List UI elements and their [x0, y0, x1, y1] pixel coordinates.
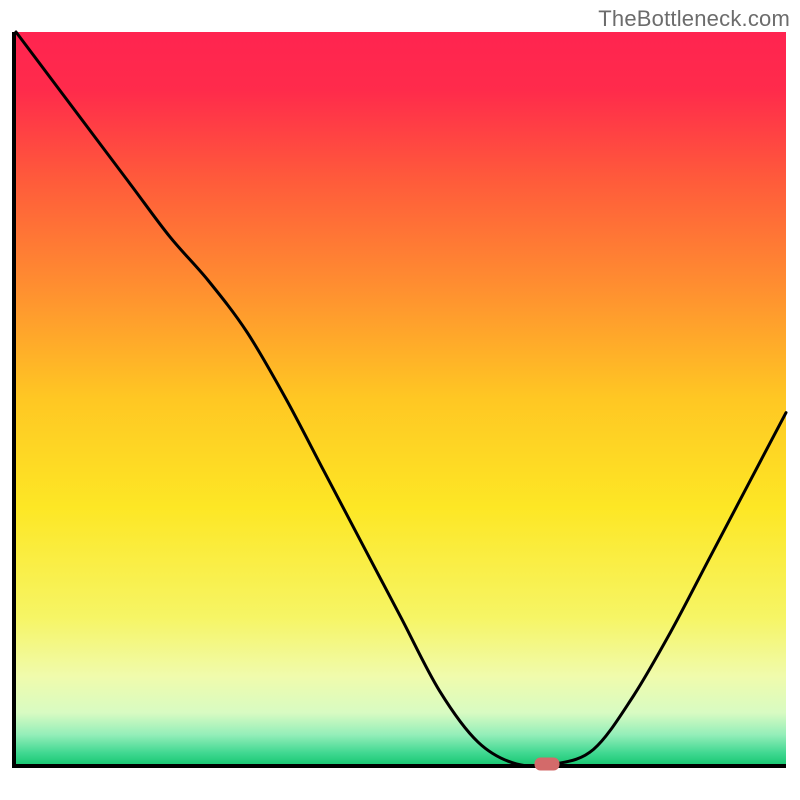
watermark-label: TheBottleneck.com [598, 6, 790, 32]
plot-area [16, 32, 786, 764]
optimal-marker [535, 758, 560, 771]
bottleneck-curve [16, 32, 786, 764]
chart-container: TheBottleneck.com [0, 0, 800, 800]
x-axis [12, 764, 786, 768]
